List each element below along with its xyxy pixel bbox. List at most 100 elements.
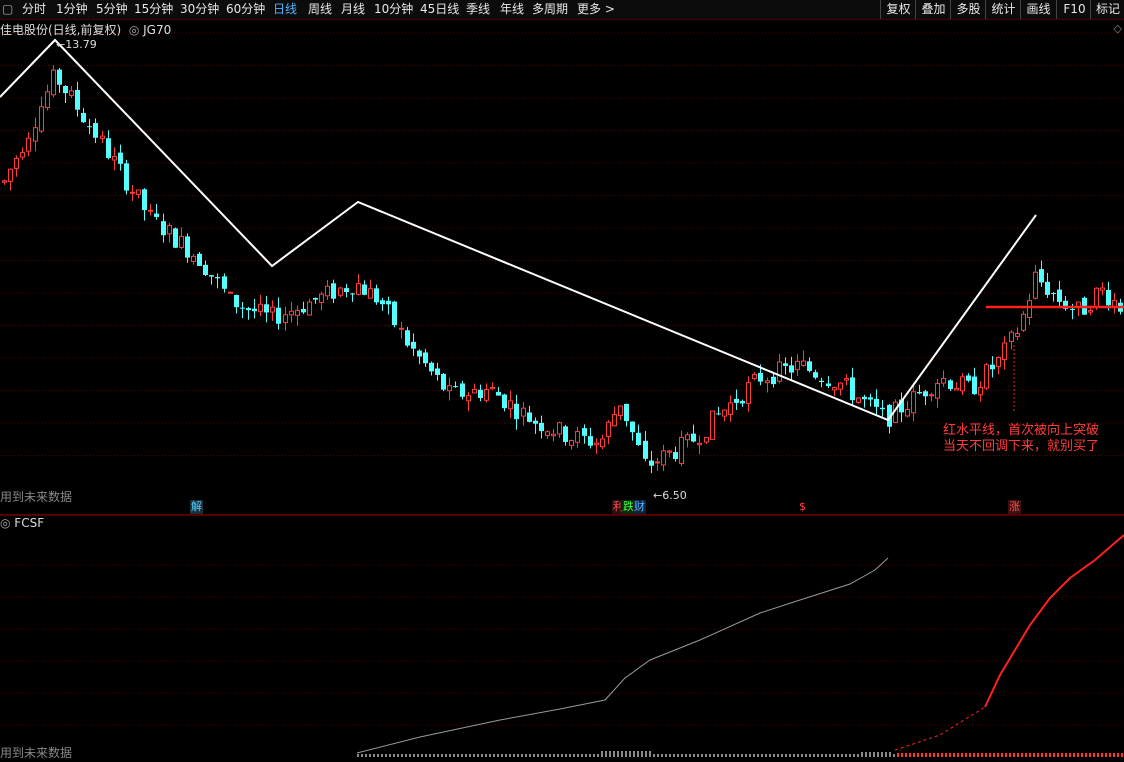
- fcsf-bar: [737, 754, 739, 757]
- candle-body: [954, 387, 959, 391]
- candle-body: [758, 372, 763, 382]
- fcsf-bar: [845, 754, 847, 757]
- indicator-name[interactable]: JG70: [143, 23, 171, 37]
- period-tab-14[interactable]: 更多 >: [577, 0, 615, 19]
- candle-body: [472, 388, 477, 394]
- toolbar-button-1[interactable]: 叠加: [915, 0, 951, 19]
- collapse-icon[interactable]: ◇: [1114, 22, 1122, 35]
- period-tab-11[interactable]: 季线: [466, 0, 490, 19]
- period-tab-6[interactable]: 日线: [273, 0, 297, 19]
- candle-body: [350, 293, 355, 295]
- fcsf-bar: [873, 752, 875, 757]
- toolbar-button-4[interactable]: 画线: [1020, 0, 1056, 19]
- fcsf-bar: [389, 754, 391, 757]
- candle-body: [1088, 310, 1093, 313]
- candle-body: [850, 377, 855, 401]
- candle-body: [972, 376, 977, 395]
- fcsf-bar: [953, 753, 955, 757]
- candle-body: [923, 391, 928, 397]
- period-tab-1[interactable]: 1分钟: [56, 0, 88, 19]
- fcsf-bar: [889, 752, 891, 757]
- fcsf-bar: [481, 754, 483, 757]
- fcsf-bar: [965, 753, 967, 757]
- fcsf-bar: [833, 754, 835, 757]
- annotation-line-2: 当天不回调下来，就别买了: [943, 439, 1100, 454]
- fcsf-bar: [465, 754, 467, 757]
- toolbar-button-2[interactable]: 多股: [950, 0, 986, 19]
- panel-toggle-icon[interactable]: ▢: [2, 0, 13, 19]
- fcsf-bar: [857, 754, 859, 757]
- fcsf-bar: [729, 754, 731, 757]
- candle-body: [161, 221, 166, 236]
- candle-body: [1057, 289, 1062, 302]
- candle-body: [728, 402, 733, 415]
- candle-body: [1027, 300, 1032, 318]
- candle-body: [75, 89, 80, 110]
- fcsf-bar: [945, 753, 947, 757]
- fcsf-bar: [625, 751, 627, 757]
- period-tab-13[interactable]: 多周期: [532, 0, 568, 19]
- candle-body: [655, 461, 660, 464]
- event-marker-4[interactable]: $: [798, 500, 807, 514]
- candle-body: [966, 375, 971, 381]
- fcsf-bar: [665, 754, 667, 757]
- fcsf-bar: [785, 754, 787, 757]
- toolbar-button-0[interactable]: 复权: [880, 0, 916, 19]
- fcsf-bar: [1093, 753, 1095, 757]
- candle-body: [588, 436, 593, 446]
- fcsf-bar: [937, 753, 939, 757]
- candle-body: [661, 450, 666, 466]
- period-tab-10[interactable]: 45日线: [420, 0, 459, 19]
- fcsf-bar: [917, 753, 919, 757]
- period-tab-9[interactable]: 10分钟: [374, 0, 413, 19]
- fcsf-bar: [797, 754, 799, 757]
- toolbar-button-6[interactable]: 标记: [1090, 0, 1124, 19]
- candle-body: [551, 433, 556, 437]
- fcsf-bar: [1049, 753, 1051, 757]
- fcsf-bar: [993, 753, 995, 757]
- fcsf-bar: [453, 754, 455, 757]
- fcsf-bar: [541, 754, 543, 757]
- candle-body: [948, 380, 953, 390]
- fcsf-bar: [897, 753, 899, 757]
- candle-body: [118, 152, 123, 164]
- candle-body: [533, 420, 538, 424]
- fcsf-bar: [721, 754, 723, 757]
- sub-indicator-name[interactable]: FCSF: [14, 516, 44, 530]
- candle-body: [106, 138, 111, 158]
- candle-body: [691, 433, 696, 442]
- period-tab-3[interactable]: 15分钟: [134, 0, 173, 19]
- period-tab-0[interactable]: 分时: [22, 0, 46, 19]
- event-marker-5[interactable]: 涨: [1008, 500, 1021, 514]
- period-tab-2[interactable]: 5分钟: [96, 0, 128, 19]
- kline-chart[interactable]: [0, 20, 1124, 762]
- fcsf-bar: [445, 754, 447, 757]
- period-tab-7[interactable]: 周线: [308, 0, 332, 19]
- fcsf-red-curve: [984, 534, 1124, 708]
- candle-body: [197, 253, 202, 266]
- event-marker-0[interactable]: 解: [190, 500, 203, 514]
- toolbar-button-3[interactable]: 统计: [985, 0, 1021, 19]
- period-tab-12[interactable]: 年线: [500, 0, 524, 19]
- candle-body: [557, 422, 562, 435]
- fcsf-bar: [597, 754, 599, 757]
- period-tab-8[interactable]: 月线: [341, 0, 365, 19]
- period-tab-4[interactable]: 30分钟: [180, 0, 219, 19]
- fcsf-bar: [973, 753, 975, 757]
- fcsf-bar: [593, 754, 595, 757]
- fcsf-bar: [377, 754, 379, 757]
- candle-body: [69, 90, 74, 96]
- candle-body: [270, 306, 275, 313]
- candle-body: [1070, 308, 1075, 310]
- fcsf-bar: [901, 753, 903, 757]
- fcsf-bar: [509, 754, 511, 757]
- fcsf-bar: [633, 751, 635, 757]
- fcsf-bar: [1117, 753, 1119, 757]
- fcsf-bar: [381, 754, 383, 757]
- fcsf-bar: [617, 751, 619, 757]
- period-tab-5[interactable]: 60分钟: [226, 0, 265, 19]
- candle-body: [392, 301, 397, 326]
- toolbar-button-5[interactable]: F10: [1056, 0, 1092, 19]
- event-marker-3[interactable]: 财: [633, 500, 646, 514]
- fcsf-bar: [941, 753, 943, 757]
